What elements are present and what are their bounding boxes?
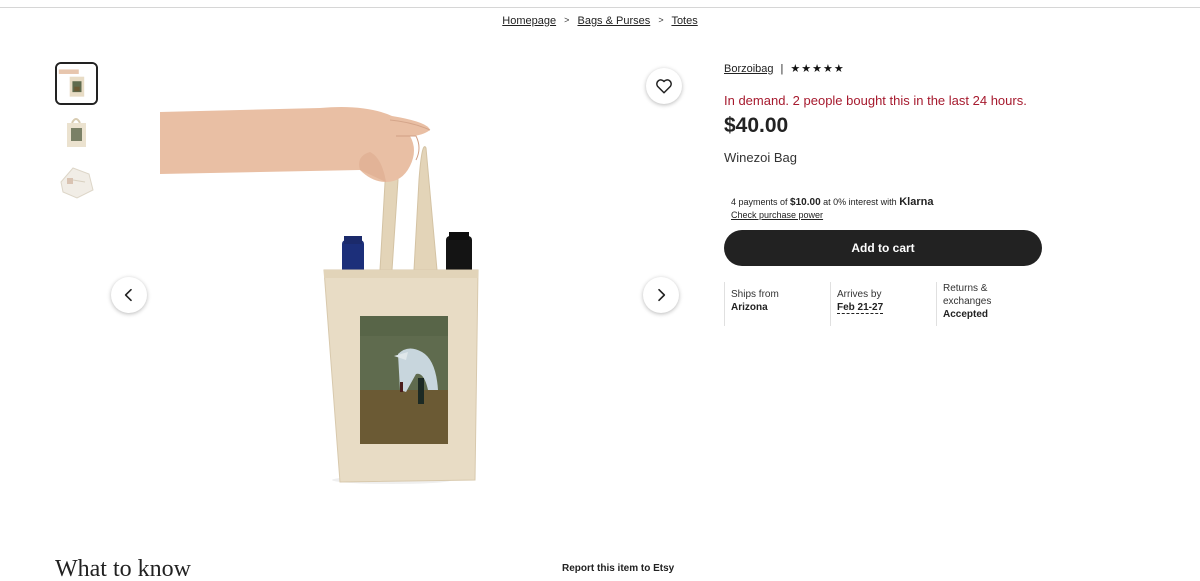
header-divider xyxy=(0,7,1200,8)
price: $40.00 xyxy=(724,114,789,137)
breadcrumb-homepage[interactable]: Homepage xyxy=(502,15,556,27)
breadcrumb-totes[interactable]: Totes xyxy=(671,15,697,27)
thumbnail-1[interactable] xyxy=(55,62,98,105)
returns-value: Accepted xyxy=(943,309,989,320)
product-page: Homepage > Bags & Purses > Totes Borzoib… xyxy=(0,0,1200,581)
ships-from-value: Arizona xyxy=(731,302,768,313)
favorite-button[interactable] xyxy=(646,68,682,104)
thumbnail-2[interactable] xyxy=(55,111,98,154)
shop-divider: | xyxy=(780,62,784,75)
breadcrumb-separator: > xyxy=(658,15,664,25)
returns-label-line-1: Returns & xyxy=(943,283,988,294)
what-to-know-heading: What to know xyxy=(55,556,191,581)
add-to-cart-button[interactable]: Add to cart xyxy=(724,230,1042,266)
thumbnail-3[interactable] xyxy=(55,160,98,203)
shop-name-link[interactable]: Borzoibag xyxy=(724,63,774,75)
ships-from-info: Ships from Arizona xyxy=(724,282,824,326)
thumb-tote-folded-icon xyxy=(55,160,98,203)
klarna-offer: 4 payments of $10.00 at 0% interest with… xyxy=(731,196,933,221)
breadcrumb-separator: > xyxy=(564,15,570,25)
arrives-by-label: Arrives by xyxy=(837,289,882,300)
klarna-logo: Klarna xyxy=(899,196,934,208)
klarna-middle: at 0% interest with xyxy=(823,197,897,207)
arrives-by-value[interactable]: Feb 21-27 xyxy=(837,302,884,314)
main-product-image xyxy=(160,60,615,510)
check-purchase-power-link[interactable]: Check purchase power xyxy=(731,209,933,221)
thumb-tote-front-icon xyxy=(55,111,98,154)
ships-from-label: Ships from xyxy=(731,289,779,300)
star-rating[interactable]: ★★★★★ xyxy=(790,62,844,75)
returns-info: Returns & exchanges Accepted xyxy=(936,282,1036,326)
listing-title: Winezoi Bag xyxy=(724,150,797,165)
next-image-button[interactable] xyxy=(643,277,679,313)
chevron-right-icon xyxy=(658,288,666,302)
shop-info: Borzoibag | ★★★★★ xyxy=(724,62,845,76)
returns-label-line-2: exchanges xyxy=(943,296,992,307)
previous-image-button[interactable] xyxy=(111,277,147,313)
arrives-by-info: Arrives by Feb 21-27 xyxy=(830,282,930,326)
thumb-hand-held-tote-icon xyxy=(57,64,96,103)
klarna-amount: $10.00 xyxy=(790,197,821,208)
klarna-prefix: 4 payments of xyxy=(731,197,788,207)
demand-notice: In demand. 2 people bought this in the l… xyxy=(724,93,1027,108)
heart-icon xyxy=(656,79,672,94)
breadcrumb-bags-purses[interactable]: Bags & Purses xyxy=(577,15,650,27)
chevron-left-icon xyxy=(124,288,132,302)
breadcrumb: Homepage > Bags & Purses > Totes xyxy=(0,15,1200,27)
report-item-link[interactable]: Report this item to Etsy xyxy=(562,563,674,574)
